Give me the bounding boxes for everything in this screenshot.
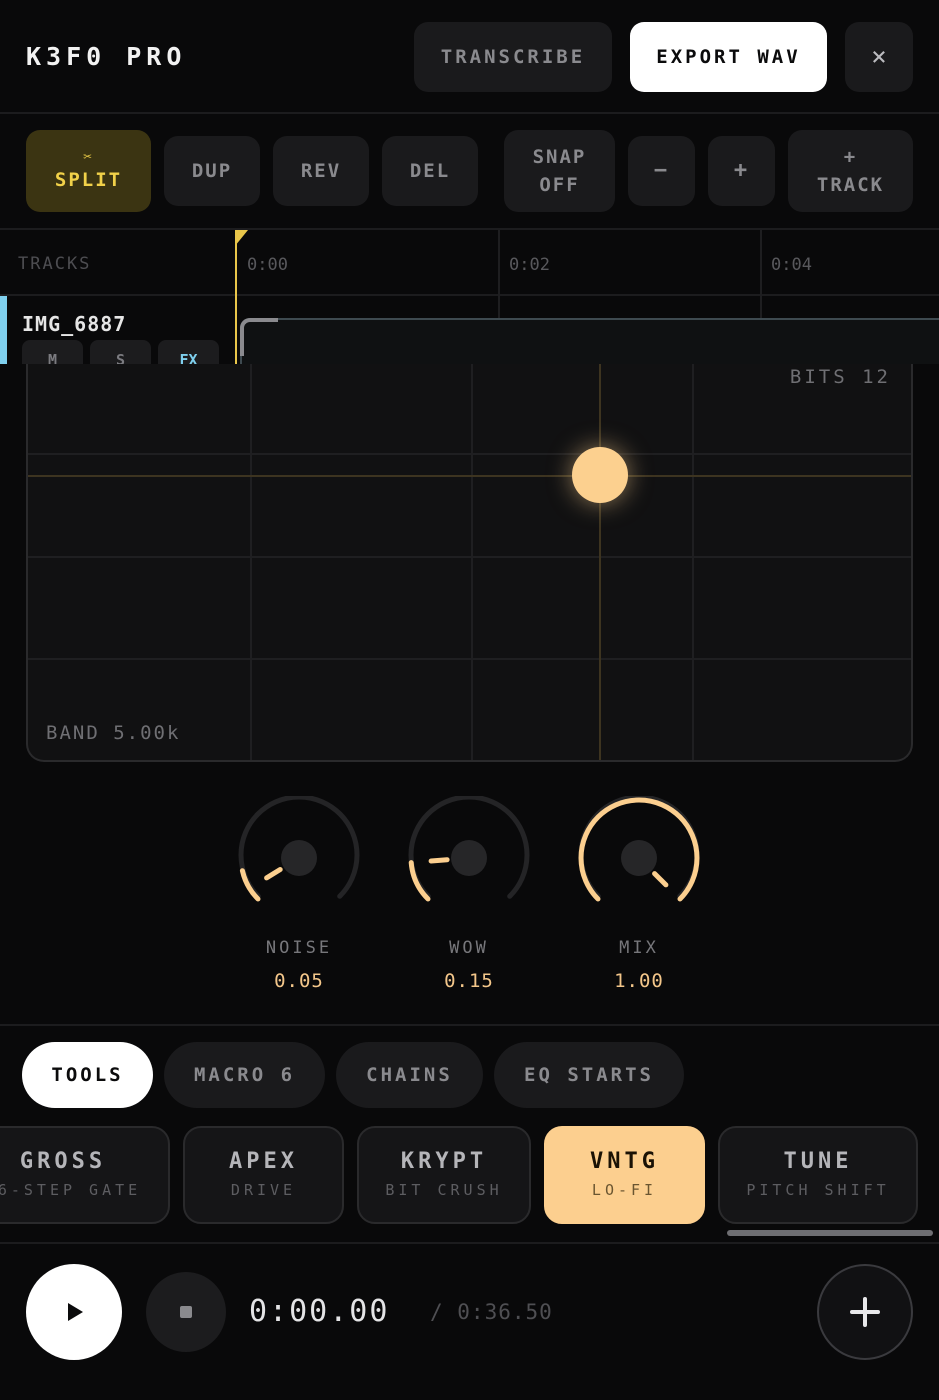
knob-label: WOW xyxy=(449,938,489,958)
knob-value: 0.05 xyxy=(274,970,324,992)
knob-value: 1.00 xyxy=(614,970,664,992)
export-wav-button[interactable]: EXPORT WAV xyxy=(630,22,827,92)
clip-trim-handle[interactable] xyxy=(240,318,278,356)
tab-macro[interactable]: MACRO 6 xyxy=(164,1042,325,1108)
wow-knob[interactable]: WOW 0.15 xyxy=(407,796,531,996)
preset-card-gross[interactable]: GROSS 16-STEP GATE xyxy=(0,1126,170,1224)
split-button[interactable]: ✂ SPLIT xyxy=(26,130,151,212)
pad-gridline xyxy=(471,364,473,760)
knob-label: NOISE xyxy=(265,938,333,958)
transcribe-button[interactable]: TRANSCRIBE xyxy=(414,22,612,92)
preset-description: 16-STEP GATE xyxy=(0,1181,142,1199)
stop-icon xyxy=(180,1306,192,1318)
knob-value: 0.15 xyxy=(444,970,494,992)
plus-icon: + xyxy=(843,146,858,168)
band-readout: BAND 5.00k xyxy=(46,722,181,744)
track-row[interactable]: IMG_6887 M S FX xyxy=(0,296,939,364)
app-header: K3F0 PRO TRANSCRIBE EXPORT WAV × xyxy=(0,0,939,114)
noise-knob[interactable]: NOISE 0.05 xyxy=(237,796,361,996)
preset-scrollbar[interactable] xyxy=(727,1230,933,1236)
add-button[interactable] xyxy=(817,1264,913,1360)
play-button[interactable] xyxy=(26,1264,122,1360)
track-mute-button[interactable]: M xyxy=(22,340,83,364)
pad-gridline xyxy=(250,364,252,760)
timeline[interactable]: TRACKS 0:00 0:02 0:04 IMG_6887 M S FX xyxy=(0,230,939,364)
preset-description: LO-FI xyxy=(591,1181,658,1199)
play-icon xyxy=(68,1303,83,1321)
track-color-indicator xyxy=(0,296,7,364)
tab-tools[interactable]: TOOLS xyxy=(22,1042,153,1108)
add-track-button[interactable]: + TRACK xyxy=(788,130,913,212)
knob-label: MIX xyxy=(619,938,659,958)
add-track-label: TRACK xyxy=(816,174,885,196)
tracks-header-label: TRACKS xyxy=(18,254,92,274)
snap-label: SNAP xyxy=(532,146,587,168)
total-duration: / 0:36.50 xyxy=(430,1300,553,1324)
mix-knob[interactable]: MIX 1.00 xyxy=(577,796,701,996)
knob-dial-icon xyxy=(238,796,360,902)
snap-state: OFF xyxy=(539,174,580,196)
scissors-icon: ✂ xyxy=(83,149,94,165)
fx-browser: TOOLS MACRO 6 CHAINS EQ STARTS GROSS 16-… xyxy=(0,1024,939,1244)
knob-dial-icon xyxy=(578,796,700,902)
preset-card-apex[interactable]: APEX DRIVE xyxy=(183,1126,344,1224)
pad-crosshair-vertical xyxy=(599,364,601,760)
delete-button[interactable]: DEL xyxy=(382,136,478,206)
tab-chains[interactable]: CHAINS xyxy=(336,1042,483,1108)
ruler-tick-label: 0:00 xyxy=(247,255,288,275)
track-fx-button[interactable]: FX xyxy=(158,340,219,364)
ruler-tick-label: 0:02 xyxy=(509,255,550,275)
preset-card-krypt[interactable]: KRYPT BIT CRUSH xyxy=(357,1126,531,1224)
close-button[interactable]: × xyxy=(845,22,913,92)
preset-card-tune[interactable]: TUNE PITCH SHIFT xyxy=(718,1126,918,1224)
xy-pad-handle[interactable] xyxy=(572,447,628,503)
pad-gridline xyxy=(28,658,911,660)
pad-gridline xyxy=(692,364,694,760)
transport-bar: 0:00.00 / 0:36.50 xyxy=(0,1244,939,1400)
preset-description: BIT CRUSH xyxy=(385,1181,503,1199)
preset-name: GROSS xyxy=(19,1149,107,1174)
pad-crosshair-horizontal xyxy=(28,475,911,477)
xy-pad[interactable]: BITS 12 BAND 5.00k xyxy=(26,364,913,762)
preset-description: DRIVE xyxy=(230,1181,297,1199)
preset-description: PITCH SHIFT xyxy=(746,1181,890,1199)
track-solo-button[interactable]: S xyxy=(90,340,151,364)
duplicate-button[interactable]: DUP xyxy=(164,136,260,206)
playhead-flag[interactable] xyxy=(235,230,248,246)
tab-eq-starts[interactable]: EQ STARTS xyxy=(494,1042,684,1108)
audio-clip[interactable] xyxy=(240,318,939,364)
stop-button[interactable] xyxy=(146,1272,226,1352)
plus-icon xyxy=(850,1297,880,1327)
reverse-button[interactable]: REV xyxy=(273,136,369,206)
preset-name: KRYPT xyxy=(400,1149,488,1174)
playhead[interactable] xyxy=(235,230,237,364)
preset-name: VNTG xyxy=(590,1149,659,1174)
knob-dial-icon xyxy=(408,796,530,902)
edit-toolbar: ✂ SPLIT DUP REV DEL SNAP OFF − + + TRACK xyxy=(0,114,939,230)
close-icon: × xyxy=(871,42,887,72)
pad-gridline xyxy=(28,556,911,558)
preset-name: TUNE xyxy=(783,1149,853,1174)
track-name: IMG_6887 xyxy=(22,312,127,336)
split-label: SPLIT xyxy=(54,169,123,191)
preset-card-vntg[interactable]: VNTG LO-FI xyxy=(544,1126,705,1224)
zoom-in-button[interactable]: + xyxy=(708,136,775,206)
current-time: 0:00.00 xyxy=(249,1294,390,1329)
zoom-out-button[interactable]: − xyxy=(628,136,695,206)
bits-readout: BITS 12 xyxy=(789,366,891,388)
snap-toggle-button[interactable]: SNAP OFF xyxy=(504,130,615,212)
pad-gridline xyxy=(28,453,911,455)
ruler-tick-label: 0:04 xyxy=(771,255,812,275)
preset-name: APEX xyxy=(229,1149,298,1174)
app-title: K3F0 PRO xyxy=(26,42,187,71)
